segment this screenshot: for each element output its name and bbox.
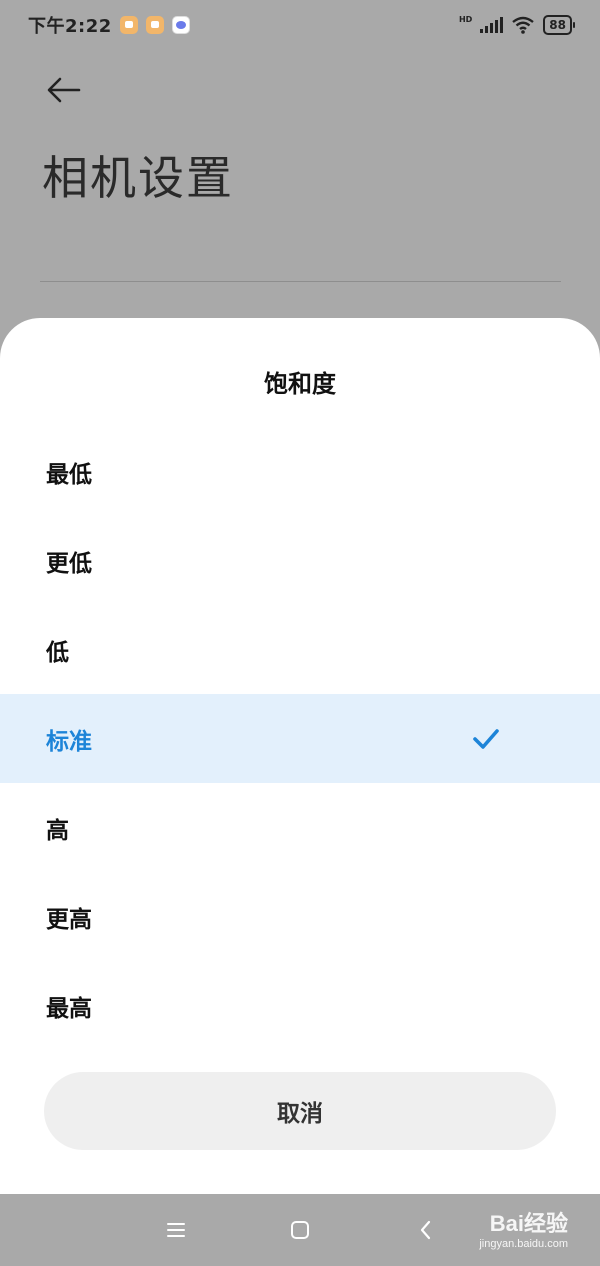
status-left: 下午2:22 bbox=[28, 12, 190, 38]
option-label: 最高 bbox=[46, 995, 92, 1022]
option-higher[interactable]: 更高 bbox=[0, 872, 600, 961]
status-bar: 下午2:22 HD 88 bbox=[0, 0, 600, 50]
option-high[interactable]: 高 bbox=[0, 783, 600, 872]
nav-back-button[interactable] bbox=[412, 1216, 440, 1244]
battery-icon: 88 bbox=[543, 15, 575, 35]
chat-notification-icon bbox=[145, 16, 164, 34]
chevron-left-icon bbox=[420, 1220, 431, 1240]
option-label: 更低 bbox=[46, 550, 92, 577]
back-button[interactable] bbox=[44, 72, 84, 108]
cancel-button[interactable]: 取消 bbox=[44, 1072, 556, 1150]
page-title: 相机设置 bbox=[42, 151, 234, 205]
status-time: 下午2:22 bbox=[28, 16, 112, 37]
option-highest[interactable]: 最高 bbox=[0, 961, 600, 1050]
watermark-url: jingyan.baidu.com bbox=[479, 1238, 568, 1250]
option-label: 最低 bbox=[46, 461, 92, 488]
sheet-title: 饱和度 bbox=[264, 370, 336, 398]
wifi-icon bbox=[512, 16, 535, 34]
option-lower[interactable]: 更低 bbox=[0, 516, 600, 605]
status-right: HD 88 bbox=[458, 14, 575, 35]
option-standard[interactable]: 标准 bbox=[0, 694, 600, 783]
recent-apps-button[interactable] bbox=[162, 1216, 190, 1244]
saturation-bottom-sheet: 饱和度 最低 更低 低 标准 高 更高 最高 取消 bbox=[0, 318, 600, 1194]
hd-indicator: HD bbox=[458, 14, 473, 24]
option-label: 标准 bbox=[46, 728, 92, 755]
checkmark-icon bbox=[473, 728, 499, 749]
cellular-signal-icon bbox=[480, 17, 504, 33]
home-button[interactable] bbox=[286, 1216, 314, 1244]
watermark-logo: Bai经验 bbox=[489, 1211, 568, 1236]
option-label: 低 bbox=[46, 639, 69, 666]
divider bbox=[40, 281, 561, 282]
option-label: 更高 bbox=[46, 906, 92, 933]
chat-notification-icon bbox=[119, 16, 138, 34]
option-lowest[interactable]: 最低 bbox=[0, 427, 600, 516]
saturation-options-list: 最低 更低 低 标准 高 更高 最高 bbox=[0, 427, 600, 1050]
back-arrow-icon bbox=[47, 77, 81, 103]
camera-settings-page: 相机设置 bbox=[0, 50, 600, 320]
option-low[interactable]: 低 bbox=[0, 605, 600, 694]
menu-icon bbox=[167, 1223, 185, 1237]
baidu-jingyan-watermark: Bai经验 jingyan.baidu.com bbox=[479, 1206, 568, 1250]
option-label: 高 bbox=[46, 817, 69, 844]
home-square-icon bbox=[291, 1221, 309, 1239]
app-notification-icon bbox=[171, 16, 190, 34]
